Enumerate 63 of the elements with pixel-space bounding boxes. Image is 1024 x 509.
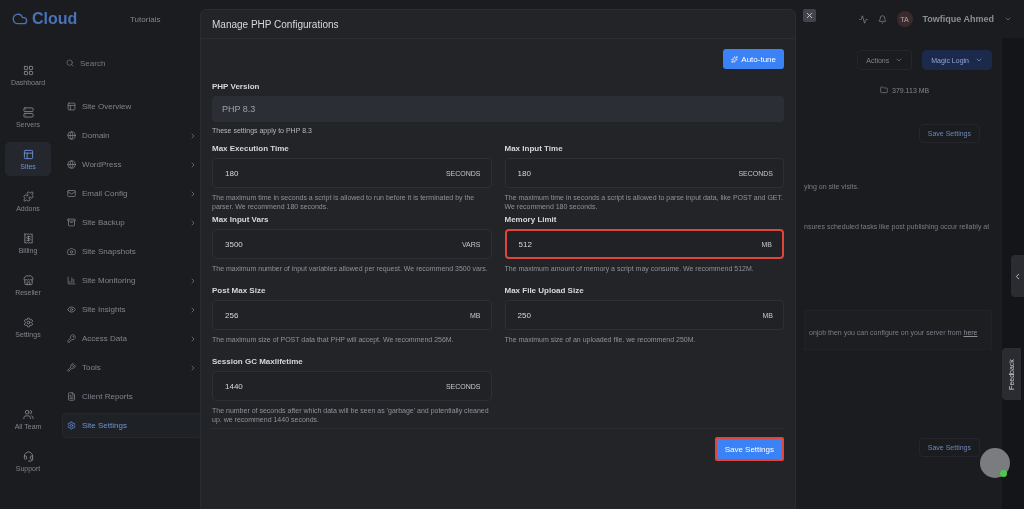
headset-icon bbox=[22, 450, 34, 462]
activity-icon[interactable] bbox=[858, 14, 868, 24]
field-label: Max Execution Time bbox=[212, 144, 290, 153]
online-status-dot bbox=[1000, 470, 1007, 477]
nav-item[interactable]: Site Backup bbox=[62, 210, 202, 235]
folder-icon bbox=[880, 86, 888, 94]
nav-item[interactable]: WordPress bbox=[62, 152, 202, 177]
nav-item[interactable]: Email Config bbox=[62, 181, 202, 206]
mail-icon bbox=[67, 189, 76, 198]
store-icon bbox=[22, 274, 34, 286]
server-icon bbox=[22, 106, 34, 118]
grid-icon bbox=[22, 64, 34, 76]
bell-icon[interactable] bbox=[877, 14, 887, 24]
field-label: Post Max Size bbox=[212, 286, 267, 295]
nav-item[interactable]: Site Insights bbox=[62, 297, 202, 322]
close-icon bbox=[805, 11, 814, 20]
receipt-icon bbox=[22, 232, 34, 244]
nav-item[interactable]: Site Snapshots bbox=[62, 239, 202, 264]
close-button[interactable] bbox=[803, 9, 816, 22]
window-icon bbox=[22, 148, 34, 160]
photo-placeholder bbox=[980, 448, 1010, 478]
nav-item[interactable]: Client Reports bbox=[62, 384, 202, 409]
nav-item[interactable]: Access Data bbox=[62, 326, 202, 351]
field-label: PHP Version bbox=[212, 82, 261, 91]
nav-item[interactable]: Site Monitoring bbox=[62, 268, 202, 293]
save-settings-button[interactable]: Save Settings bbox=[714, 437, 784, 461]
bar-chart-icon bbox=[67, 276, 76, 285]
chevron-icon bbox=[975, 56, 983, 64]
globe-icon bbox=[67, 160, 76, 169]
settings-icon bbox=[67, 421, 76, 430]
field-label: Max File Upload Size bbox=[504, 286, 585, 295]
chevron-icon bbox=[1013, 271, 1022, 281]
logo: Cloud bbox=[12, 10, 120, 28]
archive-icon bbox=[67, 218, 76, 227]
auto-tune-button[interactable]: Auto-tune bbox=[723, 49, 784, 69]
user-name[interactable]: Towfique Ahmed bbox=[922, 14, 994, 24]
camera-icon bbox=[67, 247, 76, 256]
search-field[interactable]: Search bbox=[62, 52, 202, 74]
eye-icon bbox=[67, 305, 76, 314]
chevron-icon bbox=[895, 56, 904, 64]
users-icon bbox=[22, 408, 34, 420]
cloud-icon bbox=[12, 11, 28, 27]
key-icon bbox=[67, 334, 76, 343]
tutorials-link[interactable]: Tutorials bbox=[130, 14, 161, 24]
puzzle-icon bbox=[22, 190, 34, 202]
layout-icon bbox=[67, 102, 76, 111]
nav-item[interactable]: Domain bbox=[62, 123, 202, 148]
nav-item[interactable]: Site Settings bbox=[62, 413, 202, 438]
search-icon bbox=[66, 59, 74, 67]
dialog-title: Manage PHP Configurations bbox=[212, 18, 339, 30]
globe-icon bbox=[67, 131, 76, 140]
field-label: Max Input Vars bbox=[212, 215, 270, 224]
sparkle-icon bbox=[731, 55, 739, 63]
nav-item[interactable]: Site Overview bbox=[62, 94, 202, 119]
wrench-icon bbox=[67, 363, 76, 372]
field-label: Session GC Maxlifetime bbox=[212, 357, 304, 366]
settings-icon bbox=[22, 316, 34, 328]
document-icon bbox=[67, 392, 76, 401]
nav-item[interactable]: Tools bbox=[62, 355, 202, 380]
chevron-icon[interactable] bbox=[1004, 15, 1012, 23]
field-label: Max Input Time bbox=[504, 144, 564, 153]
field-label: Memory Limit bbox=[504, 215, 558, 224]
php-version-select[interactable]: PHP 8.3 bbox=[212, 96, 784, 122]
